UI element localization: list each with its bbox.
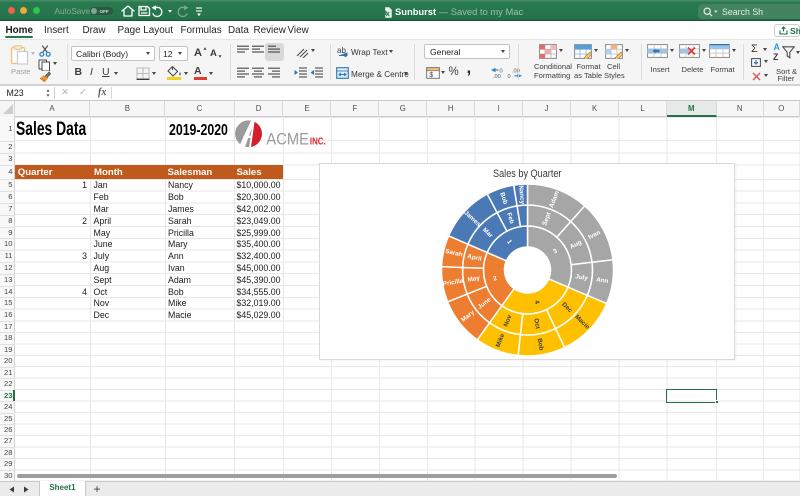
svg-text:ACME: ACME	[266, 130, 309, 148]
svg-text:INC.: INC.	[309, 136, 325, 147]
